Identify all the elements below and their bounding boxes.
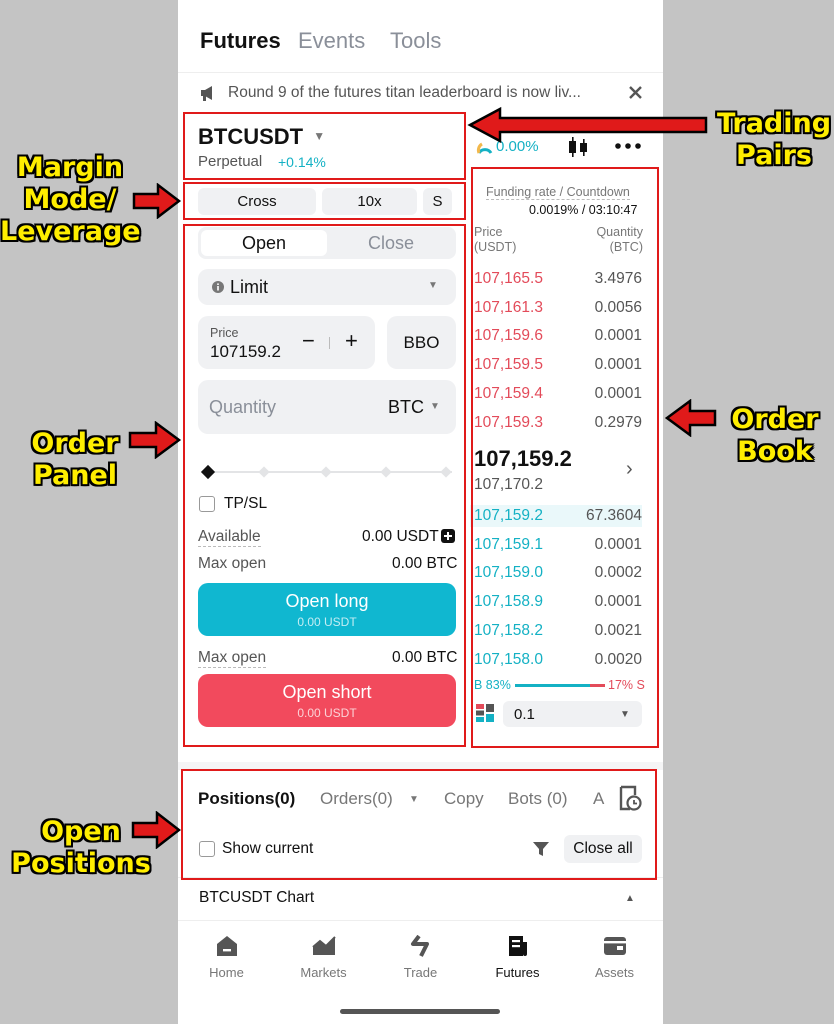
megaphone-icon <box>201 86 212 101</box>
order-book-arrow <box>665 399 717 437</box>
nav-home-label: Home <box>209 965 244 980</box>
trading-pairs-arrow <box>467 106 708 144</box>
nav-assets-label: Assets <box>594 965 634 980</box>
order-book-highlight <box>471 167 659 748</box>
nav-futures-label: Futures <box>495 965 540 980</box>
open-positions-highlight <box>181 769 657 880</box>
nav-assets[interactable]: Assets <box>566 935 663 980</box>
nav-trade-label: Trade <box>403 965 438 980</box>
nav-markets[interactable]: Markets <box>275 935 372 980</box>
margin-mode-highlight <box>183 182 466 220</box>
trade-icon <box>410 935 429 957</box>
wallet-icon <box>603 937 626 955</box>
order-book-annotation: Order Book <box>731 404 819 467</box>
nav-home[interactable]: Home <box>178 935 275 980</box>
margin-mode-annotation: Margin Mode/ Leverage <box>0 152 141 247</box>
tab-events[interactable]: Events <box>298 28 365 54</box>
nav-markets-label: Markets <box>300 965 347 980</box>
chart-row-label[interactable]: BTCUSDT Chart <box>199 889 314 907</box>
home-icon <box>216 936 237 956</box>
order-panel-annotation: Order Panel <box>31 428 119 491</box>
chevron-up-icon[interactable]: ▲ <box>625 893 635 904</box>
trading-pairs-annotation: Trading Pairs <box>716 108 832 171</box>
home-indicator <box>340 1009 500 1014</box>
open-positions-annotation: Open Positions <box>11 816 151 879</box>
close-icon[interactable] <box>628 85 643 100</box>
order-panel-highlight <box>183 224 466 747</box>
trading-pairs-highlight <box>183 112 466 180</box>
banner-text: Round 9 of the futures titan leaderboard… <box>228 84 581 101</box>
markets-icon <box>311 936 336 955</box>
nav-futures[interactable]: Futures <box>469 935 566 980</box>
futures-icon <box>508 936 527 956</box>
order-panel-arrow <box>128 421 182 459</box>
tab-tools[interactable]: Tools <box>390 28 441 54</box>
nav-trade[interactable]: Trade <box>372 935 469 980</box>
tab-futures[interactable]: Futures <box>200 28 281 54</box>
